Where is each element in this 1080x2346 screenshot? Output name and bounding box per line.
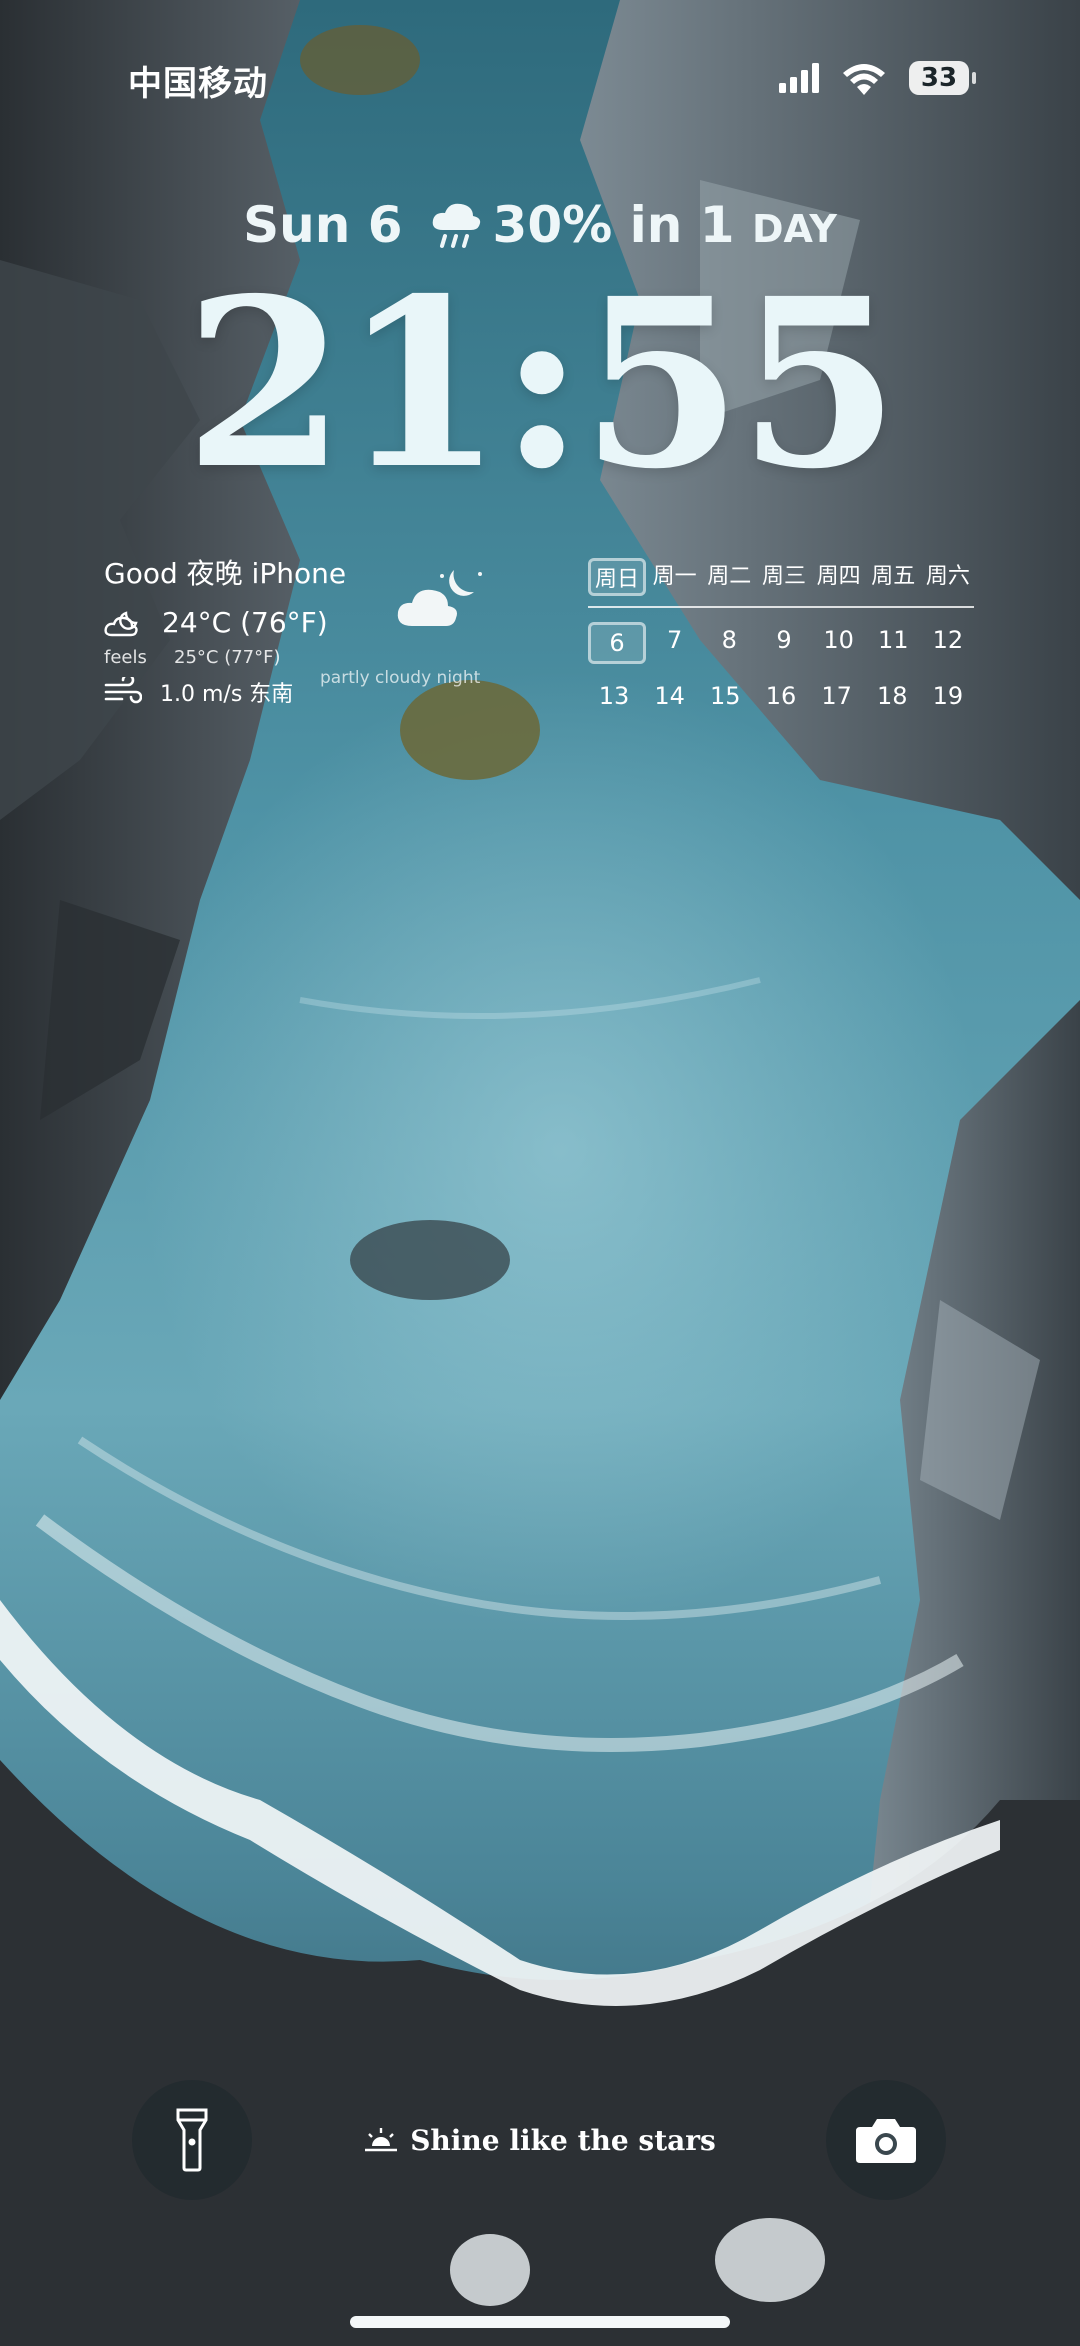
calendar-day: 19: [932, 682, 964, 710]
tagline-text: Shine like the stars: [410, 2124, 716, 2157]
sunrise-icon: [364, 2126, 398, 2161]
calendar-day: 12: [932, 626, 964, 654]
wind-icon: [104, 677, 142, 704]
calendar-day: 14: [654, 682, 685, 710]
weekday-3: 周三: [761, 564, 806, 589]
weekday-1: 周一: [652, 564, 697, 589]
feels-value: 25°C (77°F): [174, 647, 281, 668]
wind-value: 1.0 m/s 东南: [160, 682, 294, 707]
weekday-2: 周二: [707, 564, 752, 589]
calendar-day: 8: [721, 626, 737, 654]
status-icons: 33: [779, 56, 976, 100]
calendar-week-1: 6 7 8 9 10 11 12: [588, 622, 974, 664]
temperature-value: 24°C (76°F): [162, 606, 328, 639]
weekday-6: 周六: [925, 564, 970, 589]
battery-icon: 33: [909, 61, 969, 95]
calendar-day: 13: [598, 682, 630, 710]
calendar-weekdays: 周日 周一 周二 周三 周四 周五 周六: [588, 558, 974, 608]
date-label: Sun 6: [243, 196, 403, 254]
calendar-day: 10: [823, 626, 854, 654]
calendar-day: 11: [878, 626, 909, 654]
calendar-week-2: 13 14 15 16 17 18 19: [588, 678, 974, 714]
calendar-day: 17: [821, 682, 852, 710]
wifi-icon: [843, 64, 885, 95]
calendar-day: 18: [877, 682, 908, 710]
camera-icon: [856, 2119, 916, 2163]
forecast-label: 30% in 1: [492, 196, 735, 254]
calendar-day: 7: [667, 626, 683, 654]
feels-label: feels: [104, 647, 147, 668]
forecast-unit: DAY: [752, 207, 837, 251]
weekday-4: 周四: [816, 564, 861, 589]
home-indicator[interactable]: [350, 2316, 730, 2328]
camera-button[interactable]: [826, 2080, 946, 2200]
calendar-day: 9: [776, 626, 792, 654]
calendar-day: 15: [710, 682, 741, 710]
carrier-label: 中国移动: [128, 64, 268, 104]
calendar-day: 16: [765, 682, 797, 710]
calendar-day-today: 6: [588, 622, 646, 664]
calendar-widget[interactable]: 周日 周一 周二 周三 周四 周五 周六 6 7 8 9 10 11 12 13…: [588, 558, 974, 714]
condition-text: partly cloudy night: [320, 668, 481, 688]
lock-clock[interactable]: 21:55: [0, 268, 1080, 500]
battery-tip: [972, 72, 976, 84]
weekday-0: 周日: [588, 558, 646, 596]
signal-icon: [779, 63, 819, 93]
partly-cloudy-small-icon: [104, 610, 138, 636]
weekday-5: 周五: [871, 564, 916, 589]
partly-cloudy-night-icon: [397, 570, 482, 626]
